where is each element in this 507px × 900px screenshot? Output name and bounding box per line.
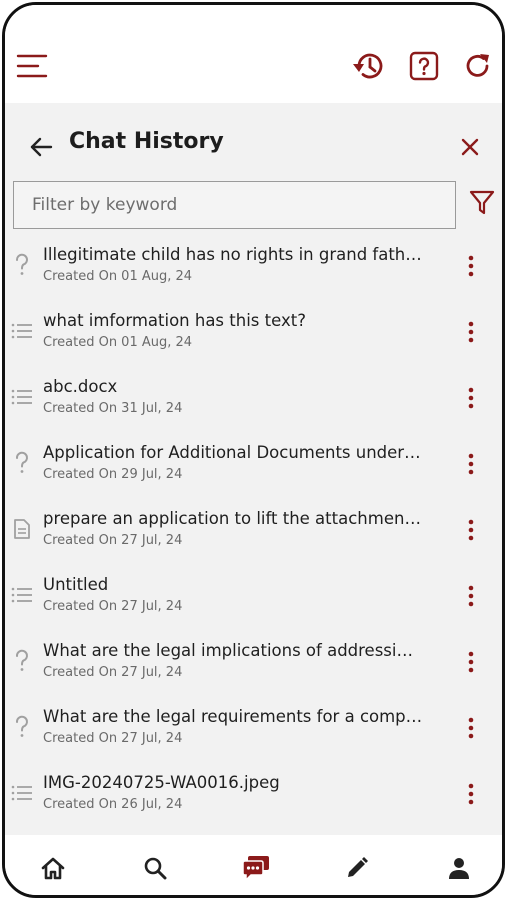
history-item-title: What are the legal requirements for a co…	[43, 707, 423, 726]
list-icon	[11, 781, 33, 805]
home-icon[interactable]	[38, 853, 68, 883]
history-item[interactable]: Illegitimate child has no rights in gran…	[5, 235, 502, 301]
history-item-title: Untitled	[43, 575, 109, 594]
history-item-date: Created On 26 Jul, 24	[43, 797, 183, 812]
list-icon	[11, 583, 33, 607]
more-options-icon[interactable]	[457, 447, 485, 481]
history-item-title: what imformation has this text?	[43, 311, 306, 330]
history-item[interactable]: Untitled Created On 27 Jul, 24	[5, 565, 502, 631]
history-item-date: Created On 27 Jul, 24	[43, 665, 183, 680]
back-arrow-icon[interactable]	[27, 133, 55, 161]
history-item[interactable]: IMG-20240725-WA0016.jpeg Created On 26 Ju…	[5, 763, 502, 829]
history-item[interactable]: what imformation has this text? Created O…	[5, 301, 502, 367]
more-options-icon[interactable]	[457, 249, 485, 283]
list-icon	[11, 385, 33, 409]
close-icon[interactable]	[456, 133, 484, 161]
history-item[interactable]: What are the legal implications of addre…	[5, 631, 502, 697]
more-options-icon[interactable]	[457, 315, 485, 349]
filter-icon[interactable]	[466, 187, 498, 219]
history-item-date: Created On 27 Jul, 24	[43, 599, 183, 614]
question-icon	[11, 649, 33, 673]
question-icon	[11, 715, 33, 739]
help-icon[interactable]	[407, 49, 441, 83]
more-options-icon[interactable]	[457, 513, 485, 547]
chat-icon[interactable]	[241, 853, 271, 883]
menu-icon[interactable]	[15, 49, 49, 83]
edit-icon[interactable]	[342, 853, 372, 883]
history-item-date: Created On 29 Jul, 24	[43, 467, 183, 482]
chat-history-panel: Chat History Illegitimate child has no r…	[5, 103, 502, 835]
history-item-title: Illegitimate child has no rights in gran…	[43, 245, 423, 264]
history-item-title: prepare an application to lift the attac…	[43, 509, 423, 528]
history-item-date: Created On 31 Jul, 24	[43, 401, 183, 416]
panel-header: Chat History	[5, 103, 502, 181]
history-item-title: Application for Additional Documents und…	[43, 443, 423, 462]
refresh-icon[interactable]	[461, 49, 495, 83]
page-title: Chat History	[69, 129, 224, 154]
profile-icon[interactable]	[444, 853, 474, 883]
history-item-date: Created On 01 Aug, 24	[43, 269, 193, 284]
history-item-title: What are the legal implications of addre…	[43, 641, 423, 660]
question-icon	[11, 253, 33, 277]
list-icon	[11, 319, 33, 343]
history-item[interactable]: What are the legal requirements for a co…	[5, 697, 502, 763]
more-options-icon[interactable]	[457, 579, 485, 613]
history-item-date: Created On 27 Jul, 24	[43, 533, 183, 548]
history-item-date: Created On 01 Aug, 24	[43, 335, 193, 350]
history-item[interactable]: Application for Additional Documents und…	[5, 433, 502, 499]
history-icon[interactable]	[351, 49, 385, 83]
more-options-icon[interactable]	[457, 381, 485, 415]
more-options-icon[interactable]	[457, 777, 485, 811]
chat-history-list: Illegitimate child has no rights in gran…	[5, 235, 502, 829]
history-item[interactable]: abc.docx Created On 31 Jul, 24	[5, 367, 502, 433]
history-item-date: Created On 27 Jul, 24	[43, 731, 183, 746]
bottom-nav	[5, 835, 502, 895]
question-icon	[11, 451, 33, 475]
more-options-icon[interactable]	[457, 711, 485, 745]
top-bar	[5, 5, 502, 103]
history-item[interactable]: prepare an application to lift the attac…	[5, 499, 502, 565]
history-item-title: IMG-20240725-WA0016.jpeg	[43, 773, 280, 792]
search-icon[interactable]	[140, 853, 170, 883]
filter-keyword-input[interactable]	[13, 181, 456, 229]
phone-frame: Chat History Illegitimate child has no r…	[2, 2, 505, 898]
history-item-title: abc.docx	[43, 377, 118, 396]
document-icon	[11, 517, 33, 541]
more-options-icon[interactable]	[457, 645, 485, 679]
